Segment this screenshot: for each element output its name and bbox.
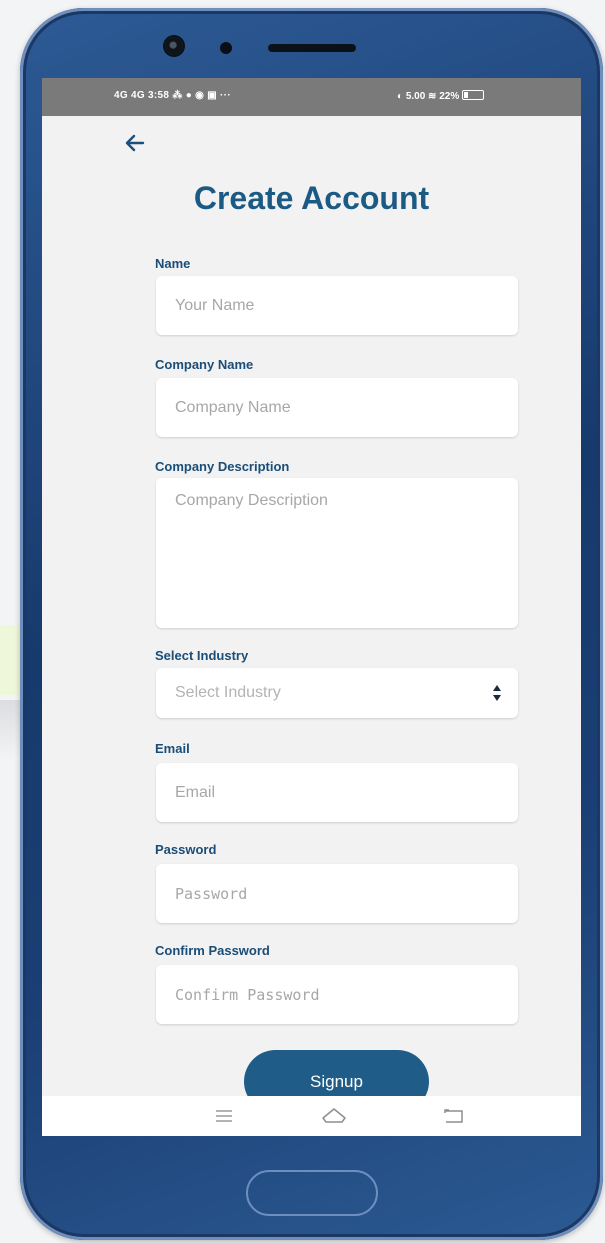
- email-input[interactable]: [156, 763, 518, 822]
- android-nav-bar: [42, 1096, 581, 1136]
- confirm-password-input[interactable]: [156, 965, 518, 1024]
- select-arrows-icon: [493, 685, 501, 701]
- recent-apps-icon-svg: [216, 1110, 232, 1122]
- recent-apps-icon[interactable]: [210, 1105, 238, 1127]
- company-name-input[interactable]: [156, 378, 518, 437]
- status-left-info: 4G 4G 3:58 ⁂ ● ◉ ▣ ···: [114, 90, 231, 101]
- battery-icon: [462, 90, 485, 100]
- password-label: Password: [155, 842, 217, 857]
- phone-frame: 4G 4G 3:58 ⁂ ● ◉ ▣ ··· ◐ 5.00 ≋ 22% Crea…: [20, 8, 603, 1240]
- email-label: Email: [155, 741, 190, 756]
- home-icon-svg: [322, 1108, 346, 1123]
- industry-label: Select Industry: [155, 648, 249, 663]
- front-camera: [165, 37, 183, 55]
- home-icon[interactable]: [320, 1105, 348, 1127]
- proximity-sensor: [220, 42, 232, 54]
- password-input[interactable]: [156, 864, 518, 923]
- back-arrow-icon[interactable]: [124, 132, 154, 162]
- confirm-password-label: Confirm Password: [155, 943, 270, 958]
- status-bar: 4G 4G 3:58 ⁂ ● ◉ ▣ ··· ◐ 5.00 ≋ 22%: [42, 78, 581, 116]
- industry-select[interactable]: Select Industry: [156, 668, 518, 718]
- phone-bottom-bezel: [20, 1138, 603, 1240]
- app-screen: 4G 4G 3:58 ⁂ ● ◉ ▣ ··· ◐ 5.00 ≋ 22% Crea…: [42, 78, 581, 1136]
- back-icon-svg: [444, 1109, 463, 1123]
- phone-top-bezel: [20, 8, 603, 86]
- company-description-label: Company Description: [155, 459, 290, 474]
- status-right-text: ◐ 5.00 ≋ 22%: [397, 91, 460, 102]
- status-right-info: ◐ 5.00 ≋ 22%: [397, 90, 485, 102]
- back-icon[interactable]: [440, 1105, 468, 1127]
- name-label: Name: [155, 256, 191, 271]
- earpiece-speaker: [268, 44, 356, 52]
- industry-select-value: Select Industry: [175, 684, 281, 701]
- hardware-home-button[interactable]: [246, 1170, 378, 1216]
- name-input[interactable]: [156, 276, 518, 335]
- page-title: Create Account: [193, 180, 430, 216]
- company-description-textarea[interactable]: [156, 478, 518, 628]
- back-arrow-icon-svg: [125, 134, 145, 152]
- company-name-label: Company Name: [155, 357, 254, 372]
- page: 4G 4G 3:58 ⁂ ● ◉ ▣ ··· ◐ 5.00 ≋ 22% Crea…: [0, 0, 605, 1243]
